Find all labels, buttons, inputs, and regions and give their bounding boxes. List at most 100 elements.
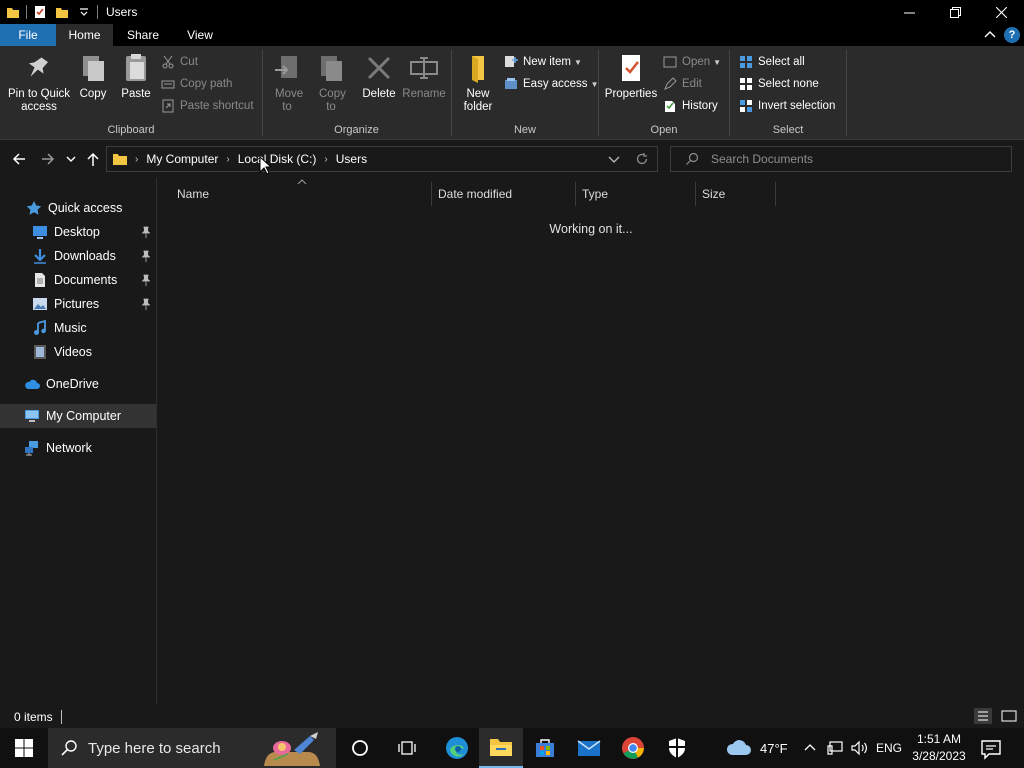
tab-home[interactable]: Home xyxy=(56,24,113,46)
copy-path-button[interactable]: Copy path xyxy=(161,74,232,94)
customize-toolbar-icon[interactable] xyxy=(77,5,91,19)
nav-desktop[interactable]: Desktop xyxy=(0,220,156,244)
copy-button[interactable]: Copy xyxy=(76,52,110,101)
paste-button[interactable]: Paste xyxy=(118,52,154,101)
edit-button[interactable]: Edit xyxy=(663,74,702,94)
tab-share[interactable]: Share xyxy=(113,24,173,46)
tab-view[interactable]: View xyxy=(173,24,227,46)
large-icons-view-icon[interactable] xyxy=(1000,708,1018,724)
desktop-icon xyxy=(33,226,47,239)
breadcrumb-separator-icon[interactable]: › xyxy=(226,154,229,165)
start-button[interactable] xyxy=(2,728,46,768)
cortana-button[interactable] xyxy=(338,728,382,768)
task-view-icon xyxy=(398,741,416,755)
restore-button[interactable] xyxy=(932,0,978,24)
search-highlight-illustration-icon xyxy=(264,732,320,766)
up-arrow-icon[interactable] xyxy=(84,150,102,168)
back-arrow-icon[interactable] xyxy=(10,150,28,168)
taskbar-chrome[interactable] xyxy=(611,728,655,768)
copy-label: Copy xyxy=(79,88,107,100)
minimize-button[interactable] xyxy=(886,0,932,24)
volume-icon[interactable] xyxy=(850,740,868,756)
taskbar-security[interactable] xyxy=(655,728,699,768)
task-view-button[interactable] xyxy=(385,728,429,768)
taskbar-file-explorer[interactable] xyxy=(479,728,523,768)
pin-icon[interactable] xyxy=(140,274,152,286)
open-button[interactable]: Open ▼ xyxy=(663,52,721,72)
cut-button[interactable]: Cut xyxy=(161,52,198,72)
breadcrumb-local-disk[interactable]: Local Disk (C:) xyxy=(238,152,317,166)
column-header-name[interactable]: Name xyxy=(171,178,431,210)
nav-network[interactable]: Network xyxy=(0,436,156,460)
new-group-label: New xyxy=(513,124,536,136)
nav-music[interactable]: Music xyxy=(0,316,156,340)
collapse-ribbon-icon[interactable] xyxy=(982,27,998,43)
easy-access-label: Easy access xyxy=(523,78,588,90)
new-folder-button[interactable]: New folder xyxy=(458,52,498,114)
recent-locations-icon[interactable] xyxy=(64,150,78,168)
show-hidden-icons-icon[interactable] xyxy=(803,741,817,755)
new-folder-icon[interactable] xyxy=(55,5,69,19)
scissors-icon xyxy=(162,55,174,69)
pin-icon[interactable] xyxy=(140,250,152,262)
invert-selection-button[interactable]: Invert selection xyxy=(739,96,835,116)
refresh-icon[interactable] xyxy=(635,152,649,166)
notification-icon[interactable] xyxy=(980,738,1002,760)
system-clock[interactable]: 1:51 AM 3/28/2023 xyxy=(906,731,972,765)
tab-file[interactable]: File xyxy=(0,24,56,46)
properties-button[interactable]: Properties xyxy=(601,52,661,101)
details-view-icon[interactable] xyxy=(974,708,992,724)
breadcrumb-separator-icon[interactable]: › xyxy=(324,154,327,165)
taskbar-search-placeholder: Type here to search xyxy=(88,739,221,757)
column-divider[interactable] xyxy=(775,182,776,206)
new-item-button[interactable]: New item ▼ xyxy=(504,52,582,72)
clipboard-group: Pin to Quick access Copy Paste Cut Copy … xyxy=(0,46,262,140)
breadcrumb-separator-icon[interactable]: › xyxy=(135,154,138,165)
properties-icon[interactable] xyxy=(33,5,47,19)
taskbar-store[interactable] xyxy=(523,728,567,768)
column-header-type[interactable]: Type xyxy=(576,178,696,210)
easy-access-button[interactable]: Easy access ▼ xyxy=(504,74,598,94)
input-language[interactable]: ENG xyxy=(876,728,902,768)
delete-button[interactable]: Delete xyxy=(359,52,399,101)
paste-shortcut-button[interactable]: Paste shortcut xyxy=(161,96,254,116)
pin-icon[interactable] xyxy=(140,226,152,238)
loading-message: Working on it... xyxy=(549,222,633,236)
network-status-icon[interactable] xyxy=(826,740,844,756)
move-to-icon xyxy=(275,56,297,78)
nav-downloads[interactable]: Downloads xyxy=(0,244,156,268)
address-bar[interactable]: › My Computer › Local Disk (C:) › Users xyxy=(106,146,658,172)
move-to-button[interactable]: Move to xyxy=(267,52,307,114)
select-all-button[interactable]: Select all xyxy=(739,52,805,72)
nav-videos[interactable]: Videos xyxy=(0,340,156,364)
breadcrumb-my-computer[interactable]: My Computer xyxy=(146,152,218,166)
select-none-button[interactable]: Select none xyxy=(739,74,819,94)
mouse-cursor-icon xyxy=(259,156,271,175)
copy-to-button[interactable]: Copy to xyxy=(311,52,351,114)
forward-arrow-icon[interactable] xyxy=(39,150,57,168)
nav-my-computer[interactable]: My Computer xyxy=(0,404,156,428)
history-button[interactable]: History xyxy=(663,96,718,116)
address-history-dropdown-icon[interactable] xyxy=(607,152,621,166)
taskbar-edge[interactable] xyxy=(435,728,479,768)
nav-quick-access[interactable]: Quick access xyxy=(0,196,156,220)
column-header-size[interactable]: Size xyxy=(696,178,776,210)
pin-icon[interactable] xyxy=(140,298,152,310)
nav-onedrive[interactable]: OneDrive xyxy=(0,372,156,396)
taskbar-search[interactable]: Type here to search xyxy=(48,728,336,768)
close-button[interactable] xyxy=(978,0,1024,24)
column-header-date-modified[interactable]: Date modified xyxy=(432,178,576,210)
search-input[interactable] xyxy=(711,152,1001,166)
pin-to-quick-access-button[interactable]: Pin to Quick access xyxy=(4,52,74,114)
taskbar-mail[interactable] xyxy=(567,728,611,768)
nav-pictures-label: Pictures xyxy=(54,297,100,311)
search-box[interactable] xyxy=(670,146,1012,172)
help-button[interactable]: ? xyxy=(1004,27,1020,43)
rename-button[interactable]: Rename xyxy=(401,52,447,101)
nav-documents[interactable]: Documents xyxy=(0,268,156,292)
breadcrumb-users[interactable]: Users xyxy=(336,152,367,166)
paste-label: Paste xyxy=(121,88,151,100)
weather-widget[interactable]: 47°F xyxy=(726,728,788,768)
nav-pictures[interactable]: Pictures xyxy=(0,292,156,316)
taskbar: Type here to search 47°F ENG 1:51 AM 3/2… xyxy=(0,728,1024,768)
